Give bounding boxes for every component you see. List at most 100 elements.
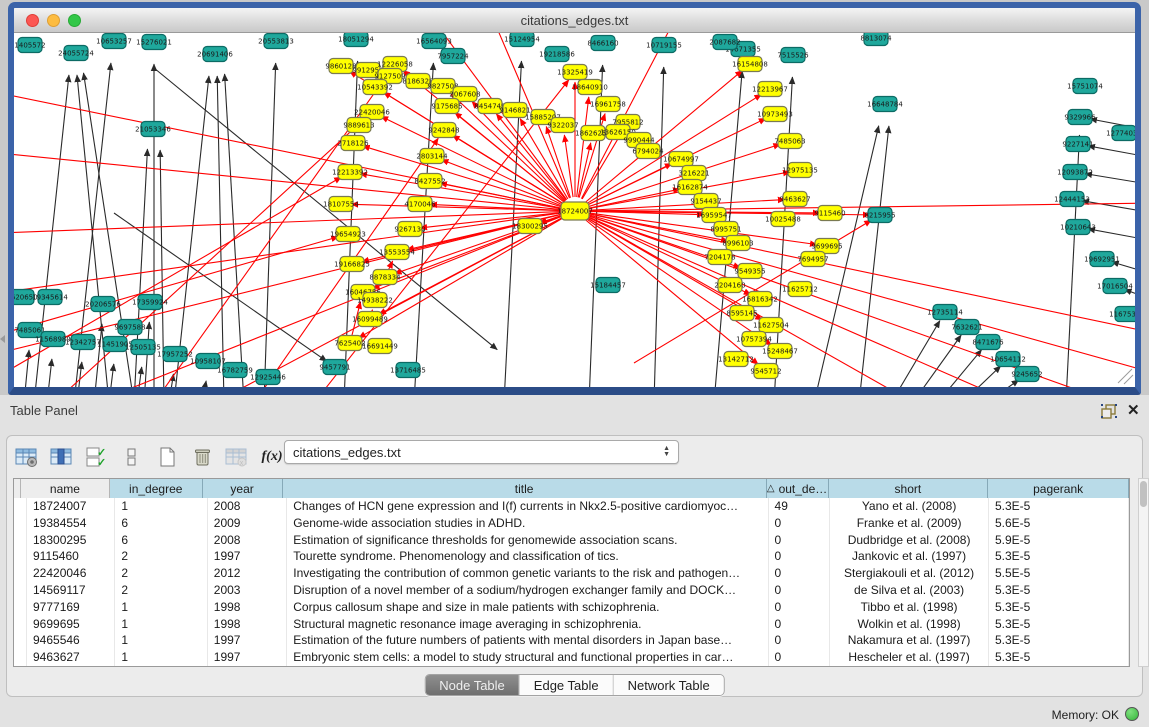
- select-columns-icon[interactable]: ✓✓: [81, 443, 113, 471]
- graph-node[interactable]: 17957252: [157, 347, 193, 362]
- column-header-in_degree[interactable]: in_degree: [110, 479, 203, 498]
- table-row[interactable]: 1830029562008Estimation of significance …: [14, 532, 1129, 549]
- graph-node[interactable]: 15751074: [1067, 79, 1103, 94]
- graph-node[interactable]: 10757394: [736, 332, 772, 347]
- graph-node[interactable]: 6794024: [632, 144, 664, 159]
- graph-node[interactable]: 19218586: [539, 47, 575, 62]
- column-header-pagerank[interactable]: pagerank: [988, 479, 1129, 498]
- close-panel-icon[interactable]: ✕: [1127, 401, 1140, 419]
- graph-node[interactable]: 18107554: [323, 197, 359, 212]
- close-window-button[interactable]: [26, 14, 39, 27]
- graph-node[interactable]: 2087682: [709, 35, 740, 50]
- zoom-window-button[interactable]: [68, 14, 81, 27]
- column-header-title[interactable]: title: [283, 479, 767, 498]
- graph-node[interactable]: 9545712: [750, 364, 781, 379]
- graph-node[interactable]: 9227141: [1062, 137, 1093, 152]
- graph-node[interactable]: 13142712: [718, 352, 754, 367]
- graph-node[interactable]: 9889613: [343, 118, 374, 133]
- graph-node[interactable]: 7204178: [704, 250, 735, 265]
- graph-node[interactable]: 18724007: [557, 202, 593, 220]
- graph-node[interactable]: 2718126: [337, 136, 369, 151]
- graph-node[interactable]: 13716485: [390, 363, 426, 378]
- graph-node[interactable]: 7957224: [437, 49, 469, 64]
- column-header-short[interactable]: short: [829, 479, 989, 498]
- table-row[interactable]: 2242004622012Investigating the contribut…: [14, 565, 1129, 582]
- graph-node[interactable]: 12735114: [927, 305, 963, 320]
- minimize-window-button[interactable]: [47, 14, 60, 27]
- graph-node[interactable]: 16648784: [867, 97, 903, 112]
- graph-node[interactable]: 7625402: [334, 336, 365, 351]
- graph-node[interactable]: 13325419: [557, 65, 593, 80]
- graph-node[interactable]: 16154808: [732, 57, 768, 72]
- graph-node[interactable]: 19692951: [1084, 252, 1120, 267]
- graph-node[interactable]: 7515526: [777, 48, 809, 63]
- graph-node[interactable]: 18051294: [338, 33, 374, 47]
- graph-node[interactable]: 12213967: [752, 82, 788, 97]
- table-row[interactable]: 977716911998Corpus callosum shape and si…: [14, 599, 1129, 616]
- graph-node[interactable]: 4170046: [404, 197, 436, 212]
- graph-node[interactable]: 20553813: [258, 34, 294, 49]
- memory-status-dot[interactable]: [1125, 707, 1139, 721]
- graph-node[interactable]: 9322037: [547, 118, 578, 133]
- graph-node[interactable]: 10973493: [757, 107, 793, 122]
- graph-node[interactable]: 12213392: [332, 165, 368, 180]
- table-row[interactable]: 1938455462009Genome-wide association stu…: [14, 515, 1129, 532]
- graph-node[interactable]: 9463627: [779, 192, 810, 207]
- graph-node[interactable]: 10653257: [96, 34, 132, 49]
- graph-node[interactable]: 19654923: [330, 227, 366, 242]
- column-header-out_degree[interactable]: △out_de…: [767, 479, 829, 498]
- graph-node[interactable]: 10719155: [646, 38, 682, 53]
- graph-node[interactable]: 8878334: [369, 270, 401, 285]
- graph-node[interactable]: 21053346: [135, 122, 171, 137]
- graph-node[interactable]: 20691406: [197, 47, 233, 62]
- column-header-year[interactable]: year: [203, 479, 283, 498]
- graph-node[interactable]: 8996103: [722, 236, 753, 251]
- graph-node[interactable]: 9549355: [734, 264, 765, 279]
- column-header-name[interactable]: name: [21, 479, 110, 498]
- graph-node[interactable]: 11625712: [782, 282, 818, 297]
- graph-node[interactable]: 7632621: [951, 320, 982, 335]
- graph-node[interactable]: 3216221: [678, 166, 709, 181]
- delete-column-icon[interactable]: [186, 443, 218, 471]
- graph-node[interactable]: 2803144: [416, 149, 448, 164]
- graph-node[interactable]: 15124954: [504, 33, 540, 47]
- table-row[interactable]: 946554611997Estimation of the future num…: [14, 632, 1129, 649]
- graph-node[interactable]: 8215955: [864, 208, 895, 223]
- graph-node[interactable]: 9175685: [431, 99, 462, 114]
- panel-collapse-handle[interactable]: [0, 335, 5, 343]
- tab-network-table[interactable]: Network Table: [614, 675, 724, 695]
- graph-node[interactable]: 1405572: [14, 38, 45, 53]
- table-row[interactable]: 946362711997Embryonic stem cells: a mode…: [14, 649, 1129, 666]
- graph-node[interactable]: 9115460: [814, 206, 845, 221]
- table-row[interactable]: 1872400712008Changes of HCN gene express…: [14, 498, 1129, 515]
- graph-node[interactable]: 12925446: [250, 370, 286, 385]
- row-options-icon[interactable]: [116, 443, 148, 471]
- new-column-icon[interactable]: [151, 443, 183, 471]
- graph-node[interactable]: 15276021: [136, 35, 172, 50]
- graph-node[interactable]: 8471676: [972, 335, 1004, 350]
- graph-node[interactable]: 8813074: [860, 33, 892, 46]
- graph-node[interactable]: 7694957: [797, 252, 828, 267]
- column-header-gutter[interactable]: [14, 479, 21, 498]
- window-titlebar[interactable]: citations_edges.txt: [14, 8, 1135, 33]
- graph-node[interactable]: 8427552: [414, 174, 445, 189]
- graph-node[interactable]: 8466160: [587, 36, 618, 51]
- float-window-icon[interactable]: [1100, 403, 1118, 419]
- resize-grip-icon[interactable]: [1118, 369, 1133, 384]
- graph-node[interactable]: 16816342: [742, 292, 778, 307]
- graph-node[interactable]: 24055724: [58, 46, 94, 61]
- table-row[interactable]: 1456911722003Disruption of a novel membe…: [14, 582, 1129, 599]
- graph-node[interactable]: 15248467: [762, 344, 798, 359]
- graph-node[interactable]: 12093872: [1057, 165, 1093, 180]
- graph-node[interactable]: 9697588: [114, 320, 145, 335]
- tab-edge-table[interactable]: Edge Table: [520, 675, 614, 695]
- graph-node[interactable]: 10654112: [990, 352, 1026, 367]
- graph-node[interactable]: 7485063: [774, 134, 805, 149]
- graph-node[interactable]: 19345614: [32, 290, 68, 305]
- graph-node[interactable]: 9242848: [428, 123, 459, 138]
- clear-table-icon[interactable]: x: [221, 443, 253, 471]
- table-settings-icon[interactable]: [11, 443, 43, 471]
- graph-node[interactable]: 9457791: [319, 360, 350, 375]
- table-row[interactable]: 911546021997Tourette syndrome. Phenomeno…: [14, 548, 1129, 565]
- graph-node[interactable]: 10210643: [1060, 220, 1096, 235]
